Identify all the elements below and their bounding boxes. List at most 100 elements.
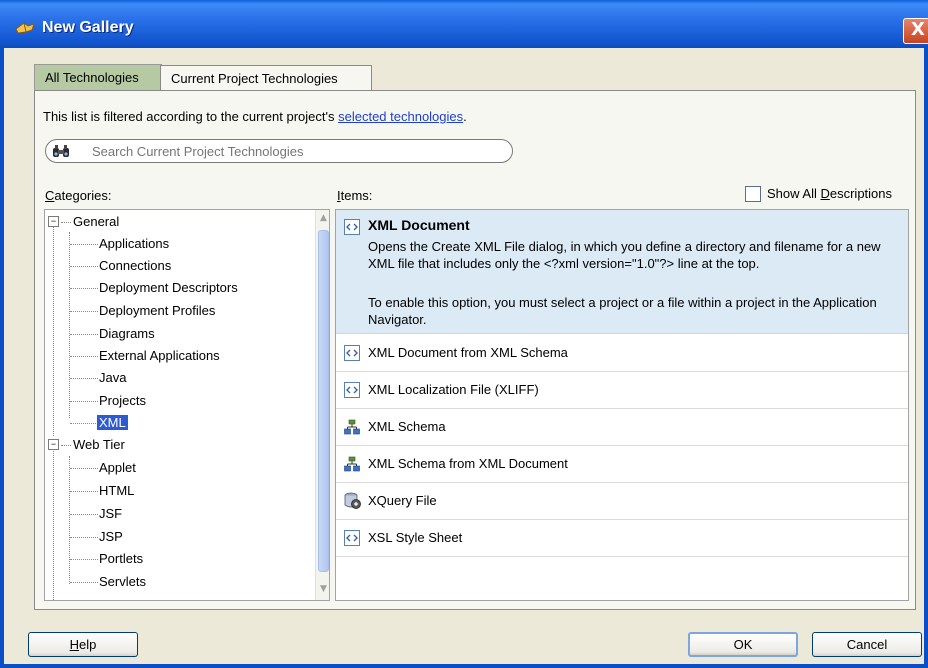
help-mnemonic: H (69, 637, 80, 652)
tree-node-xml[interactable]: XML (45, 413, 315, 433)
tree-node-general[interactable]: − General (45, 212, 315, 232)
tree-connector (61, 222, 71, 223)
collapse-icon[interactable]: − (48, 216, 59, 227)
tree-node-projects[interactable]: Projects (45, 391, 315, 411)
schema-icon (344, 419, 360, 435)
search-box[interactable] (45, 139, 513, 163)
search-input[interactable] (90, 143, 490, 159)
tree-node-applications[interactable]: Applications (45, 234, 315, 254)
tree-node-label: External Applications (99, 348, 220, 363)
scrollbar-thumb[interactable] (318, 230, 329, 572)
collapse-icon[interactable]: − (48, 439, 59, 450)
item-xml-schema[interactable]: XML Schema (336, 409, 908, 446)
categories-tree[interactable]: − General Applications Connections Deplo… (44, 209, 330, 601)
gallery-icon (15, 22, 35, 34)
item-xml-document-from-schema[interactable]: XML Document from XML Schema (336, 335, 908, 372)
tree-node-deployment-profiles[interactable]: Deployment Profiles (45, 301, 315, 321)
tree-node-label: Deployment Descriptors (99, 280, 238, 295)
item-xml-document[interactable]: XML Document Opens the Create XML File d… (336, 210, 908, 334)
tab-all-technologies[interactable]: All Technologies (34, 64, 162, 90)
categories-mnemonic: C (45, 188, 55, 203)
tree-node-label: JSP (99, 529, 123, 544)
item-xquery-file[interactable]: XQuery File (336, 483, 908, 520)
tree-connector (70, 582, 98, 583)
show-all-prefix: Show All (767, 186, 821, 201)
title-bar[interactable]: New Gallery X (0, 0, 928, 48)
tree-node-label: Java (99, 370, 127, 385)
tree-node-label: Projects (99, 393, 146, 408)
item-title: XML Schema from XML Document (368, 456, 568, 471)
categories-label-text: ategories: (54, 188, 112, 203)
tree-node-label: Portlets (99, 551, 144, 566)
show-all-mnemonic: D (820, 186, 830, 201)
tree-node-external-applications[interactable]: External Applications (45, 346, 315, 366)
xquery-icon (344, 492, 361, 509)
scroll-up-icon[interactable]: ▲ (318, 213, 329, 224)
item-title: XML Document from XML Schema (368, 345, 568, 360)
tree-connector (70, 514, 98, 515)
items-list[interactable]: XML Document Opens the Create XML File d… (335, 209, 909, 601)
schema-icon (344, 456, 360, 472)
binoculars-icon[interactable] (52, 143, 70, 159)
item-xml-localization-file[interactable]: XML Localization File (XLIFF) (336, 372, 908, 409)
items-label-text: tems: (340, 188, 373, 203)
item-description-note: To enable this option, you must select a… (368, 295, 877, 327)
window-frame-left (0, 48, 4, 668)
tree-node-label: JSF (99, 506, 123, 521)
item-title: XML Document (368, 217, 470, 233)
item-xsl-style-sheet[interactable]: XSL Style Sheet (336, 520, 908, 557)
help-button[interactable]: Help (28, 632, 138, 657)
tree-connector (70, 266, 98, 267)
tree-connector (70, 537, 98, 538)
tab-current-project-technologies[interactable]: Current Project Technologies (160, 65, 372, 91)
close-button[interactable]: X (903, 18, 928, 44)
tree-node-label: Deployment Profiles (99, 303, 216, 318)
tree-node-jsf[interactable]: JSF (45, 504, 315, 524)
tree-node-servlets[interactable]: Servlets (45, 572, 315, 592)
xml-file-icon (344, 382, 360, 398)
filter-description: This list is filtered according to the c… (43, 109, 467, 124)
tree-connector (70, 401, 98, 402)
tree-connector (70, 244, 98, 245)
cancel-button[interactable]: Cancel (812, 632, 922, 657)
item-xml-schema-from-document[interactable]: XML Schema from XML Document (336, 446, 908, 483)
categories-scrollbar[interactable]: ▲ ▼ (315, 210, 329, 600)
tree-node-html[interactable]: HTML (45, 481, 315, 501)
categories-label: Categories: (45, 188, 111, 203)
ok-button[interactable]: OK (688, 632, 798, 657)
tree-node-java[interactable]: Java (45, 368, 315, 388)
filter-text-suffix: . (463, 109, 467, 124)
show-all-suffix: escriptions (829, 186, 893, 201)
window-frame-right (924, 48, 928, 668)
tree-node-label: HTML (99, 483, 135, 498)
tree-connector (70, 288, 98, 289)
tree-connector (70, 356, 98, 357)
tree-node-connections[interactable]: Connections (45, 256, 315, 276)
new-gallery-dialog: New Gallery X All Technologies Current P… (0, 0, 928, 668)
tree-connector (70, 559, 98, 560)
tree-node-label: Connections (99, 258, 172, 273)
tree-node-deployment-descriptors[interactable]: Deployment Descriptors (45, 278, 315, 298)
tree-node-diagrams[interactable]: Diagrams (45, 324, 315, 344)
filter-text: This list is filtered according to the c… (43, 109, 339, 124)
xml-file-icon (344, 345, 360, 361)
item-title: XSL Style Sheet (368, 530, 463, 545)
scroll-down-icon[interactable]: ▼ (318, 584, 329, 595)
tree-node-web-tier[interactable]: − Web Tier (45, 435, 315, 455)
tree-node-applet[interactable]: Applet (45, 458, 315, 478)
tree-node-jsp[interactable]: JSP (45, 527, 315, 547)
tree-node-label: Diagrams (99, 326, 155, 341)
tree-node-label: Applet (99, 460, 136, 475)
tree-connector (70, 491, 98, 492)
item-description: Opens the Create XML File dialog, in whi… (368, 239, 881, 271)
tree-node-label: General (73, 214, 120, 229)
tree-node-portlets[interactable]: Portlets (45, 549, 315, 569)
show-all-descriptions-checkbox[interactable] (745, 186, 761, 202)
tree-connector (70, 468, 98, 469)
xml-file-icon (344, 530, 360, 546)
show-all-descriptions-label[interactable]: Show All Descriptions (767, 186, 892, 201)
selected-technologies-link[interactable]: selected technologies (338, 109, 463, 124)
item-title: XML Localization File (XLIFF) (368, 382, 539, 397)
tree-node-label: Web Tier (73, 437, 125, 452)
tree-connector (61, 445, 71, 446)
